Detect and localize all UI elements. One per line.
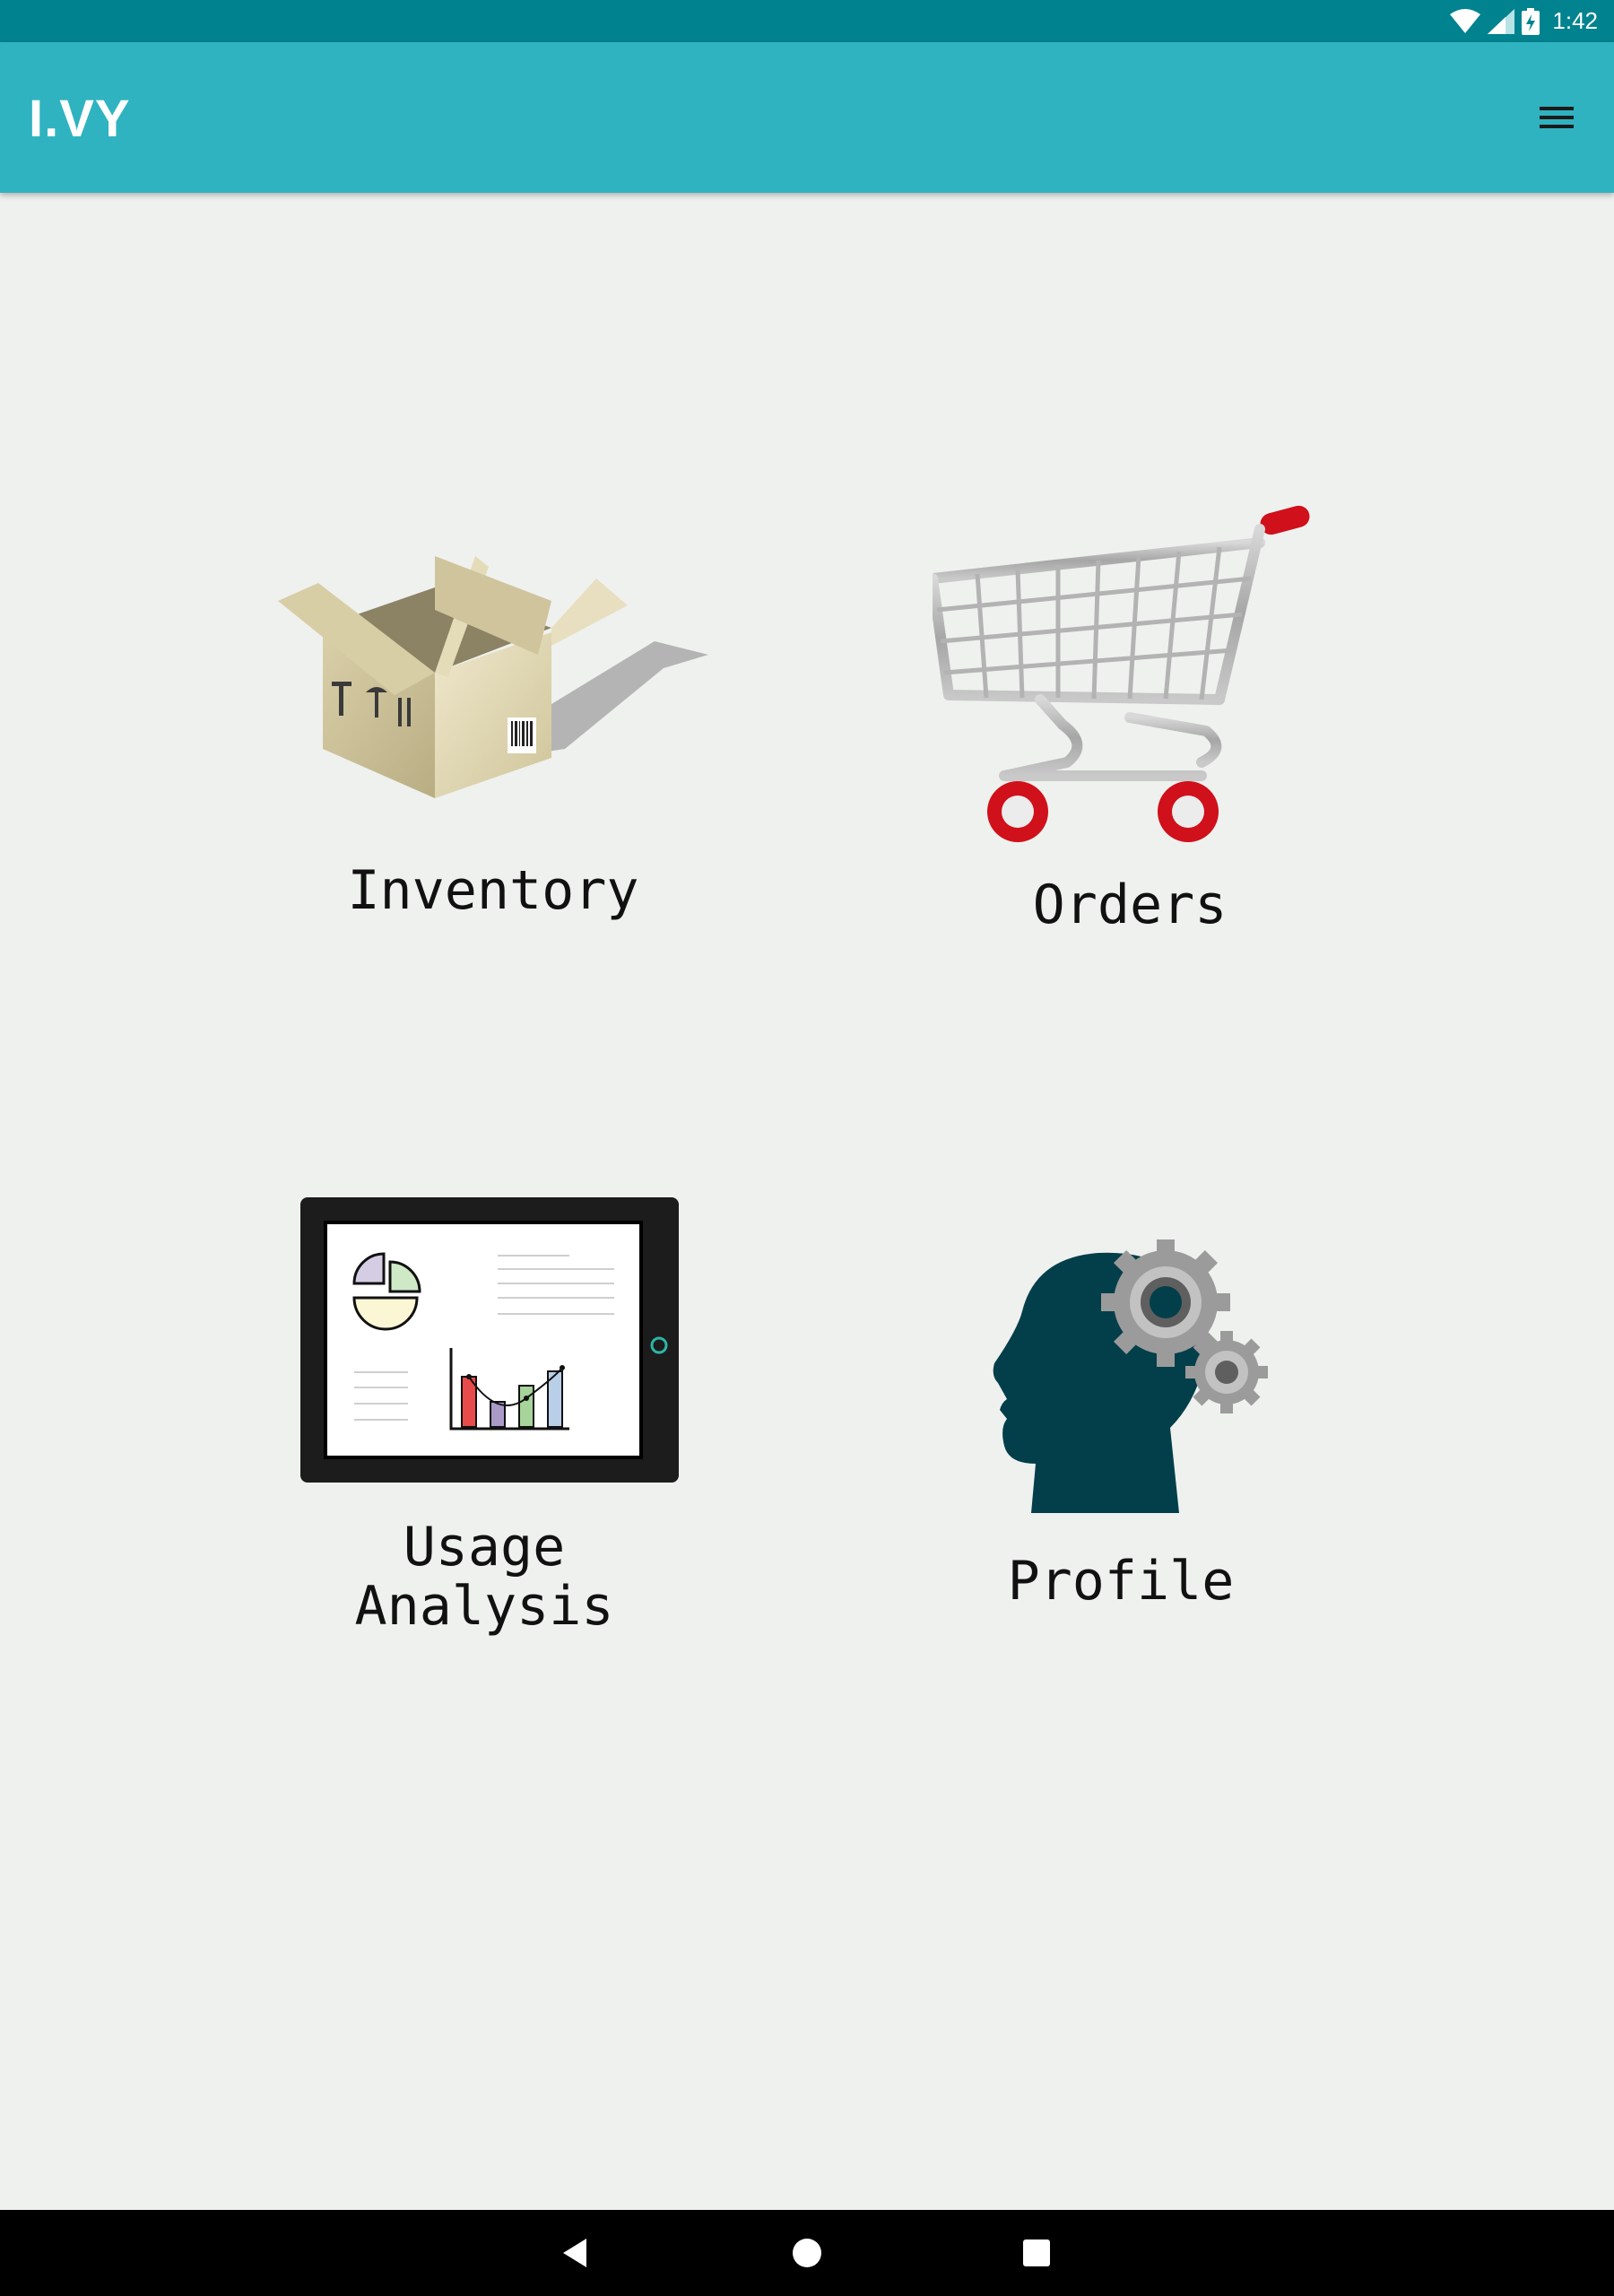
menu-icon-line	[1540, 107, 1574, 110]
tile-label-usage-line2: Analysis	[354, 1575, 614, 1638]
tile-usage-analysis[interactable]: Usage Analysis	[251, 1184, 717, 1650]
status-icons: 1:42	[1450, 0, 1598, 42]
app-title: I.VY	[29, 90, 131, 148]
box-icon	[278, 556, 708, 798]
shopping-cart-icon	[933, 505, 1310, 842]
menu-icon-line	[1540, 116, 1574, 119]
tablet-chart-icon	[300, 1197, 679, 1483]
back-icon[interactable]	[556, 2231, 599, 2274]
app-bar: I.VY	[0, 42, 1614, 193]
tile-orders[interactable]: Orders	[897, 493, 1363, 951]
head-gears-icon	[993, 1239, 1268, 1513]
signal-icon	[1488, 8, 1515, 34]
tile-label-orders: Orders	[1032, 874, 1228, 936]
status-time: 1:42	[1552, 7, 1598, 34]
battery-charging-icon	[1522, 7, 1540, 35]
home-icon[interactable]	[785, 2231, 829, 2274]
tile-label-inventory: Inventory	[347, 859, 639, 922]
wifi-icon	[1450, 8, 1481, 33]
menu-button[interactable]	[1535, 96, 1578, 139]
recents-icon[interactable]	[1015, 2231, 1058, 2274]
tile-label-profile: Profile	[1007, 1550, 1235, 1613]
system-nav-bar	[0, 2210, 1614, 2296]
tile-inventory[interactable]: Inventory	[242, 538, 744, 951]
tile-profile[interactable]: Profile	[950, 1229, 1291, 1623]
tile-label-usage-line1: Usage	[403, 1516, 566, 1578]
status-bar: 1:42	[0, 0, 1614, 42]
menu-icon-line	[1540, 125, 1574, 128]
